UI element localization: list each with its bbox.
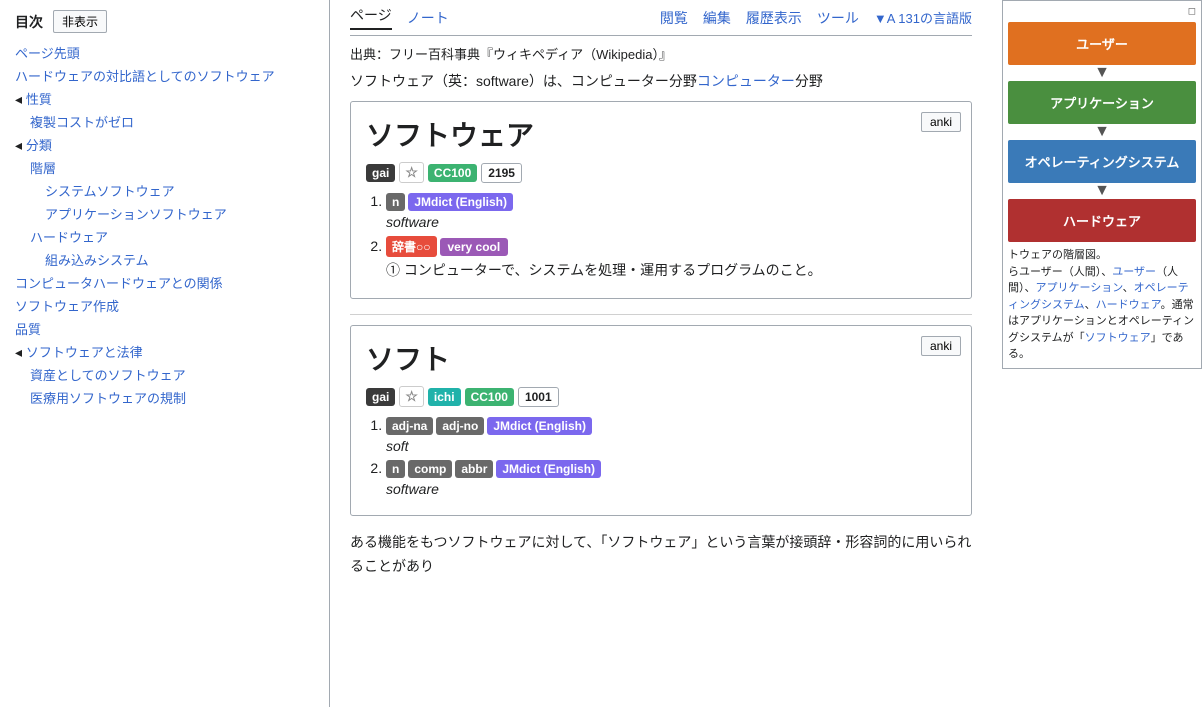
- tab-note[interactable]: ノート: [407, 8, 449, 28]
- tab-edit[interactable]: 編集: [703, 8, 731, 28]
- sidebar-item-seishitsu[interactable]: 性質: [26, 92, 52, 107]
- diagram-box: ◻ ユーザー ▼ アプリケーション ▼ オペレーティングシステム ▼ ハードウェ…: [1002, 0, 1202, 369]
- bottom-text: ある機能をもつソフトウェアに対して、「ソフトウェア」という言葉が接頭辞・形容詞的…: [350, 531, 972, 579]
- entry2-reading-1: soft: [386, 438, 956, 454]
- diagram-app: アプリケーション: [1008, 81, 1196, 124]
- entry2-def-1: adj-na adj-no JMdict (English) soft: [386, 417, 956, 454]
- entry1-def-text: ① コンピューターで、システムを処理・運用するプログラムのこと。: [386, 260, 956, 280]
- sidebar-bullet3: ◂: [15, 344, 26, 360]
- diagram-hw: ハードウェア: [1008, 199, 1196, 242]
- sidebar-item-top[interactable]: ページ先頭: [15, 46, 80, 61]
- badge-verycool: very cool: [440, 238, 509, 256]
- computer-link[interactable]: コンピューター: [697, 73, 795, 89]
- intro-line: ソフトウェア（英：software）は、コンピューター分野コンピューター分野: [350, 71, 972, 91]
- tab-page[interactable]: ページ: [350, 5, 392, 30]
- diagram-minimize-icon[interactable]: ◻: [1188, 6, 1196, 17]
- sidebar-item-app-sw[interactable]: アプリケーションソフトウェア: [45, 207, 227, 222]
- arrow-3: ▼: [1008, 183, 1196, 199]
- badge-ichi-2: ichi: [428, 388, 461, 406]
- entry1-definitions: n JMdict (English) software 辞書○○ very co…: [386, 193, 956, 280]
- sidebar-bullet2: ◂: [15, 137, 26, 153]
- sidebar-item-bunrui[interactable]: 分類: [26, 138, 52, 153]
- cap-link-hw[interactable]: ハードウェア: [1096, 299, 1161, 311]
- action-tabs: 閲覧 編集 履歴表示 ツール ▼A 131の言語版: [660, 8, 972, 28]
- badge-star-1: ☆: [399, 162, 424, 183]
- sidebar-item-copy[interactable]: 複製コストがゼロ: [30, 115, 134, 130]
- right-panel: ◻ ユーザー ▼ アプリケーション ▼ オペレーティングシステム ▼ ハードウェ…: [1002, 0, 1202, 707]
- badge-cc100-2: CC100: [465, 388, 514, 406]
- badge-count-2: 1001: [518, 387, 559, 407]
- cap-link-sw[interactable]: ソフトウェア: [1085, 332, 1151, 344]
- entry2-badges: gai ☆ ichi CC100 1001: [366, 386, 956, 407]
- entry1-title: ソフトウェア: [366, 114, 956, 154]
- toc-header: 目次 非表示: [15, 10, 314, 33]
- main-content: ページ ノート 閲覧 編集 履歴表示 ツール ▼A 131の言語版 出典：フリー…: [330, 0, 992, 707]
- badge-adj-no: adj-no: [436, 417, 484, 435]
- badge-n-2: n: [386, 460, 405, 478]
- badge-cc100-1: CC100: [428, 164, 477, 182]
- entry1-reading-1: software: [386, 214, 956, 230]
- entry-soft: anki ソフト gai ☆ ichi CC100 1001 adj-na ad…: [350, 325, 972, 516]
- badge-jmdict-3: JMdict (English): [496, 460, 601, 478]
- entry2-def-2: n comp abbr JMdict (English) software: [386, 460, 956, 497]
- badge-jmdict-1: JMdict (English): [408, 193, 513, 211]
- sidebar-item-creation[interactable]: ソフトウェア作成: [15, 299, 119, 314]
- entry1-def-1: n JMdict (English) software: [386, 193, 956, 230]
- badge-count-1: 2195: [481, 163, 522, 183]
- badge-gai-1: gai: [366, 164, 395, 182]
- sidebar-item-system-sw[interactable]: システムソフトウェア: [45, 184, 175, 199]
- page-tabs: ページ ノート: [350, 5, 449, 30]
- hide-toc-button[interactable]: 非表示: [53, 10, 107, 33]
- entry2-title: ソフト: [366, 338, 956, 378]
- sidebar-bullet: ◂: [15, 91, 26, 107]
- anki-button-1[interactable]: anki: [921, 112, 961, 132]
- cap-link-app[interactable]: アプリケーション: [1036, 282, 1123, 294]
- entry1-badges: gai ☆ CC100 2195: [366, 162, 956, 183]
- sidebar-item-asset[interactable]: 資産としてのソフトウェア: [30, 368, 186, 383]
- tab-tools[interactable]: ツール: [817, 8, 859, 28]
- sidebar-nav: ページ先頭 ハードウェアの対比語としてのソフトウェア ◂ 性質 複製コストがゼロ…: [15, 43, 314, 407]
- badge-abbr: abbr: [455, 460, 493, 478]
- tab-history[interactable]: 履歴表示: [746, 8, 802, 28]
- toc-title: 目次: [15, 12, 43, 32]
- sidebar-item-medical[interactable]: 医療用ソフトウェアの規制: [30, 391, 186, 406]
- sidebar-item-comp-relation[interactable]: コンピュータハードウェアとの関係: [15, 276, 223, 291]
- lang-dropdown[interactable]: ▼A 131の言語版: [874, 8, 972, 27]
- badge-star-2: ☆: [399, 386, 424, 407]
- arrow-2: ▼: [1008, 124, 1196, 140]
- sidebar-item-hardware[interactable]: ハードウェアの対比語としてのソフトウェア: [15, 69, 275, 84]
- entry-software: anki ソフトウェア gai ☆ CC100 2195 n JMdict (E…: [350, 101, 972, 299]
- sidebar-item-kaiso[interactable]: 階層: [30, 161, 56, 176]
- sidebar-item-embedded[interactable]: 組み込みシステム: [45, 253, 149, 268]
- badge-jmdict-2: JMdict (English): [487, 417, 592, 435]
- entry1-def-2: 辞書○○ very cool ① コンピューターで、システムを処理・運用するプロ…: [386, 236, 956, 280]
- diagram-caption: トウェアの階層図。らユーザー（人間）、ユーザー（人間）、アプリケーション、オペレ…: [1008, 247, 1196, 363]
- diagram-os: オペレーティングシステム: [1008, 140, 1196, 183]
- anki-button-2[interactable]: anki: [921, 336, 961, 356]
- sidebar-item-hardware2[interactable]: ハードウェア: [30, 230, 108, 245]
- sidebar-item-quality[interactable]: 品質: [15, 322, 41, 337]
- badge-jisho: 辞書○○: [386, 236, 437, 257]
- sidebar: 目次 非表示 ページ先頭 ハードウェアの対比語としてのソフトウェア ◂ 性質 複…: [0, 0, 330, 707]
- badge-gai-2: gai: [366, 388, 395, 406]
- badge-comp: comp: [408, 460, 452, 478]
- diagram-user: ユーザー: [1008, 22, 1196, 65]
- diagram-title-bar: ◻: [1008, 6, 1196, 17]
- entry2-reading-2: software: [386, 481, 956, 497]
- source-line: 出典：フリー百科事典『ウィキペディア（Wikipedia）』: [350, 44, 972, 63]
- badge-n-1: n: [386, 193, 405, 211]
- badge-adj-na: adj-na: [386, 417, 433, 435]
- entry2-definitions: adj-na adj-no JMdict (English) soft n co…: [386, 417, 956, 497]
- top-nav: ページ ノート 閲覧 編集 履歴表示 ツール ▼A 131の言語版: [350, 0, 972, 36]
- cap-link-user[interactable]: ユーザー: [1112, 266, 1156, 278]
- tab-view[interactable]: 閲覧: [660, 8, 688, 28]
- arrow-1: ▼: [1008, 65, 1196, 81]
- sidebar-item-law[interactable]: ソフトウェアと法律: [26, 345, 143, 360]
